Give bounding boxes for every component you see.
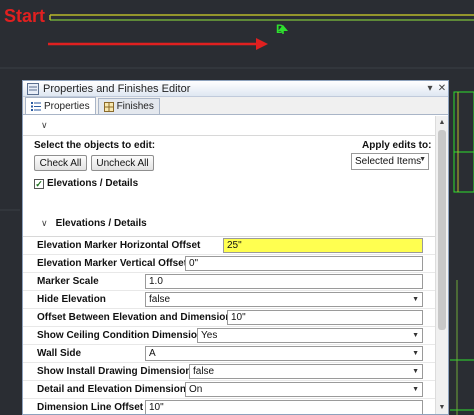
property-value: false bbox=[149, 294, 171, 305]
dropdown-arrow-icon: ▼ bbox=[412, 332, 419, 339]
apply-edits-select[interactable]: Selected Items ▼ bbox=[351, 153, 429, 170]
elevations-checkbox-label: Elevations / Details bbox=[47, 178, 139, 189]
property-row: Elevation Marker Horizontal Offset 25" bbox=[23, 237, 436, 255]
uncheck-all-button[interactable]: Uncheck All bbox=[91, 155, 154, 171]
title-bar[interactable]: Properties and Finishes Editor ▾ ✕ bbox=[23, 81, 448, 97]
property-label: Wall Side bbox=[37, 348, 82, 359]
tab-finishes-label: Finishes bbox=[116, 101, 154, 112]
tab-strip: Properties Finishes bbox=[23, 97, 448, 115]
property-label: Marker Scale bbox=[37, 276, 99, 287]
property-list: Elevation Marker Horizontal Offset 25" Ele… bbox=[23, 237, 436, 414]
scroll-down-icon[interactable]: ▼ bbox=[436, 401, 448, 414]
property-row: Elevation Marker Vertical Offset 0" bbox=[23, 255, 436, 273]
property-value: 10" bbox=[149, 402, 164, 413]
list-icon bbox=[31, 102, 41, 111]
apply-edits-label: Apply edits to: bbox=[362, 140, 432, 151]
property-value: 0" bbox=[189, 258, 199, 269]
collapsed-section[interactable]: ∨ bbox=[23, 116, 436, 136]
properties-panel: ∨ Select the objects to edit: Apply edit… bbox=[23, 116, 436, 414]
app-icon bbox=[27, 82, 39, 95]
property-row: Offset Between Elevation and Dimensions 1… bbox=[23, 309, 436, 327]
section-title: Elevations / Details bbox=[55, 218, 147, 229]
tab-finishes[interactable]: Finishes bbox=[97, 98, 160, 114]
property-input[interactable]: 10" bbox=[227, 310, 423, 325]
property-label: Show Install Drawing Dimensions bbox=[37, 366, 198, 377]
property-value: Yes bbox=[201, 330, 218, 341]
property-label: Detail and Elevation Dimensions bbox=[37, 384, 192, 395]
scroll-up-icon[interactable]: ▲ bbox=[436, 116, 448, 129]
property-label: Hide Elevation bbox=[37, 294, 106, 305]
property-label: Offset Between Elevation and Dimensions bbox=[37, 312, 238, 323]
elevation-marker-label: D bbox=[276, 22, 285, 36]
property-select[interactable]: A ▼ bbox=[145, 346, 423, 361]
check-all-button[interactable]: Check All bbox=[34, 155, 87, 171]
property-label: Show Ceiling Condition Dimensions bbox=[37, 330, 209, 341]
property-select[interactable]: On ▼ bbox=[185, 382, 423, 397]
property-value: On bbox=[189, 384, 203, 395]
apply-edits-value: Selected Items bbox=[355, 156, 422, 167]
chevron-down-icon[interactable]: ∨ bbox=[41, 120, 48, 131]
property-row: Wall Side A ▼ bbox=[23, 345, 436, 363]
tab-properties-label: Properties bbox=[44, 100, 90, 112]
property-row: Detail and Elevation Dimensions On ▼ bbox=[23, 381, 436, 399]
property-select[interactable]: false ▼ bbox=[145, 292, 423, 307]
property-value: 10" bbox=[231, 312, 246, 323]
property-select[interactable]: false ▼ bbox=[189, 364, 423, 379]
tab-properties[interactable]: Properties bbox=[25, 97, 96, 114]
pin-icon[interactable]: ▾ bbox=[424, 83, 436, 94]
dropdown-arrow-icon: ▼ bbox=[412, 386, 419, 393]
properties-editor-window: Properties and Finishes Editor ▾ ✕ Prope… bbox=[22, 80, 449, 415]
grid-icon bbox=[103, 101, 114, 112]
property-input[interactable]: 0" bbox=[185, 256, 423, 271]
property-value: 25" bbox=[227, 240, 242, 251]
property-row: Show Install Drawing Dimensions false ▼ bbox=[23, 363, 436, 381]
dropdown-arrow-icon: ▼ bbox=[419, 156, 426, 163]
property-input[interactable]: 1.0 bbox=[145, 274, 423, 289]
property-label: Elevation Marker Vertical Offset bbox=[37, 258, 188, 269]
elevations-checkbox[interactable]: ✓ bbox=[34, 178, 44, 189]
property-select[interactable]: Yes ▼ bbox=[197, 328, 423, 343]
dropdown-arrow-icon: ▼ bbox=[412, 296, 419, 303]
property-value: false bbox=[193, 366, 215, 377]
property-row: Show Ceiling Condition Dimensions Yes ▼ bbox=[23, 327, 436, 345]
property-label: Dimension Line Offset bbox=[37, 402, 144, 413]
start-label: Start bbox=[4, 6, 46, 26]
property-input[interactable]: 10" bbox=[145, 400, 423, 414]
scroll-thumb[interactable] bbox=[438, 130, 446, 330]
dropdown-arrow-icon: ▼ bbox=[412, 368, 419, 375]
section-header[interactable]: ∨ Elevations / Details bbox=[23, 211, 436, 237]
property-row: Hide Elevation false ▼ bbox=[23, 291, 436, 309]
property-value: A bbox=[149, 348, 156, 359]
chevron-down-icon[interactable]: ∨ bbox=[41, 218, 48, 229]
property-row: Dimension Line Offset 10" bbox=[23, 399, 436, 414]
dropdown-arrow-icon: ▼ bbox=[412, 350, 419, 357]
property-row: Marker Scale 1.0 bbox=[23, 273, 436, 291]
property-value: 1.0 bbox=[149, 276, 163, 287]
vertical-scrollbar[interactable]: ▲ ▼ bbox=[435, 116, 448, 414]
window-title: Properties and Finishes Editor bbox=[43, 82, 191, 95]
elevations-checkbox-row[interactable]: ✓ Elevations / Details bbox=[34, 178, 138, 189]
select-objects-label: Select the objects to edit: bbox=[34, 140, 156, 151]
close-icon[interactable]: ✕ bbox=[436, 83, 448, 94]
property-label: Elevation Marker Horizontal Offset bbox=[37, 240, 201, 251]
property-input[interactable]: 25" bbox=[223, 238, 423, 253]
